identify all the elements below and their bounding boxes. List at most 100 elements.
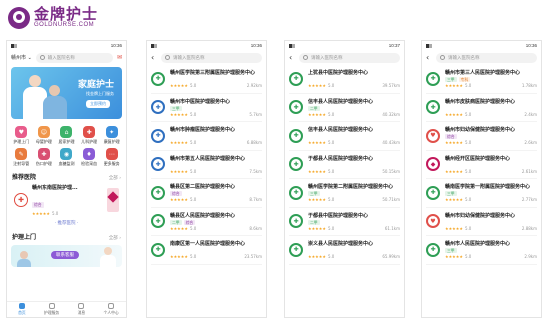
service-label: 康复护理: [103, 139, 120, 144]
hospital-info: 赣县区第二医院护理服务中心 综合 ★★★★★ 5.0 8.7km: [170, 183, 262, 202]
service-item[interactable]: ☺ 母婴护理: [33, 126, 56, 145]
hospital-rating: ★★★★★ 5.0: [308, 140, 334, 145]
hospital-list-item[interactable]: ✚ 信丰县人民医院护理服务中心 ★★★★★ 5.0 40.43km: [289, 122, 400, 151]
back-icon[interactable]: ‹: [426, 53, 432, 62]
care-title: 护理上门: [12, 234, 37, 241]
service-item[interactable]: ⌂ 居家护理: [55, 126, 78, 145]
hospital-list-item[interactable]: ♥ 赣州市妇幼保健院护理服务中心 综合 ★★★★★ 5.0 2.6km: [426, 122, 537, 151]
brand-domain: GOLDNURSE.COM: [34, 22, 95, 28]
hospital-list-item[interactable]: ✚ 赣州医学院第三附属医院护理服务中心 ★★★★★ 5.0 2.92km: [151, 65, 262, 94]
rating-stars: ★★★★★: [170, 225, 188, 231]
rating-stars: ★★★★★: [308, 111, 326, 117]
home-icon: [18, 303, 25, 309]
hospital-name: 信丰县人民医院护理服务中心: [308, 98, 374, 105]
hospital-distance: 7.5km: [249, 168, 262, 174]
hospital-rating: ★★★★★ 5.0: [170, 169, 196, 174]
hospital-rating: ★★★★★ 5.0: [170, 197, 196, 202]
hospital-list-item[interactable]: ◆ 赣州经开区医院护理服务中心 ★★★★★ 5.0 2.61km: [426, 151, 537, 179]
hospital-meta: ★★★★★ 5.0 2.77km: [445, 197, 537, 202]
rating-score: 5.0: [327, 197, 335, 203]
hospital-rating: ★★★★★ 5.0: [308, 169, 334, 174]
search-icon: [39, 55, 45, 60]
nurse-logo-icon: [8, 6, 30, 29]
recommend-more-link[interactable]: 全部 ›: [109, 175, 121, 181]
hospital-list-item[interactable]: ✚ 赣州市第五人民医院护理服务中心 ★★★★★ 5.0 7.5km: [151, 151, 262, 179]
hospital-name: 赣州医学院第三附属医院护理服务中心: [170, 70, 256, 77]
hospital-meta: ★★★★★ 5.0 65.99km: [308, 254, 400, 259]
rating-score: 5.0: [189, 225, 197, 231]
rating-stars: ★★★★★: [445, 111, 463, 117]
recommended-hospital-card[interactable]: ✚ 赣州东南医院护理... 综合 ★★★★★ 5.0: [11, 183, 122, 217]
hospital-list-item[interactable]: ✚ 南康区第一人民医院护理服务中心 ★★★★★ 5.0 23.57km: [151, 236, 262, 265]
rating-score: 5.0: [189, 168, 197, 174]
hospital-tags: [445, 220, 537, 225]
hospital-list-item[interactable]: ✚ 赣州市人民医院护理服务中心 三甲 ★★★★★ 5.0 2.9km: [426, 236, 537, 265]
hospital-info: 赣州经开区医院护理服务中心 ★★★★★ 5.0 2.61km: [445, 155, 537, 174]
hospital-distance: 2.4km: [524, 111, 537, 117]
hospital-tag: 二甲: [170, 219, 182, 225]
hospital-list-item[interactable]: ✚ 信丰县人民医院护理服务中心 二甲 ★★★★★ 5.0 40.32km: [289, 94, 400, 122]
rating-score: 5.0: [464, 254, 472, 260]
care-service-card[interactable]: 联系客服: [11, 245, 122, 267]
tab-messages[interactable]: 消息: [67, 302, 97, 317]
more-hospitals-link[interactable]: · 推荐医院 ·: [7, 217, 126, 229]
hospital-list-item[interactable]: ✚ 赣南医学院第一附属医院护理服务中心 三甲 ★★★★★ 5.0 2.77km: [426, 179, 537, 208]
hospital-list-item[interactable]: ✚ 上犹县中医院护理服务中心 ★★★★★ 5.0 39.57km: [289, 65, 400, 94]
hospital-info: 赣南医学院第一附属医院护理服务中心 三甲 ★★★★★ 5.0 2.77km: [445, 183, 537, 202]
hospital-list-item[interactable]: ✚ 赣县区第二医院护理服务中心 综合 ★★★★★ 5.0 8.7km: [151, 179, 262, 208]
hospital-name: 上犹县中医院护理服务中心: [308, 70, 369, 77]
rating-score: 5.0: [327, 254, 335, 260]
hospital-search-input[interactable]: 请输入医院名称: [299, 52, 400, 63]
rating-score: 5.0: [327, 140, 335, 146]
service-item[interactable]: ✦ 康复护理: [100, 126, 123, 145]
tab-home[interactable]: 首页: [7, 302, 37, 317]
care-more-link[interactable]: 全部 ›: [109, 235, 121, 241]
hospital-search-input[interactable]: 请输入医院名称: [161, 52, 262, 63]
hospital-search-input[interactable]: 请输入医院名称: [436, 52, 537, 63]
city-selector[interactable]: 赣州市 ⌄: [11, 54, 32, 61]
hospital-list-item[interactable]: ✚ 崇义县人民医院护理服务中心 ★★★★★ 5.0 65.99km: [289, 236, 400, 265]
banner-cta-button[interactable]: 立即预约: [86, 100, 110, 108]
hospital-name: 赣州市人民医院护理服务中心: [445, 241, 511, 248]
hospital-list-item[interactable]: ♥ 赣州市妇幼保健院护理服务中心 ★★★★★ 5.0 2.88km: [426, 208, 537, 236]
wound-icon: ✚: [37, 148, 50, 160]
hospital-rating: ★★★★★ 5.0: [445, 169, 471, 174]
hospital-distance: 40.43km: [382, 140, 400, 146]
home-search-input[interactable]: 输入医院名称: [35, 52, 113, 63]
recommend-header: 推荐医院 全部 ›: [7, 169, 126, 183]
message-icon[interactable]: ✉: [117, 54, 122, 61]
hospital-list-item[interactable]: ✚ 赣州市皮肤病医院护理服务中心 ★★★★★ 5.0 2.4km: [426, 94, 537, 122]
rehab-icon: ✦: [105, 126, 118, 138]
service-item[interactable]: ✚ 儿科护理: [78, 126, 101, 145]
home-banner[interactable]: 家庭护士 找金牌上门服务 立即预约: [11, 67, 122, 119]
hospital-info: 赣州市肿瘤医院护理服务中心 ★★★★★ 5.0 6.88km: [170, 126, 262, 145]
back-icon[interactable]: ‹: [151, 53, 157, 62]
service-item[interactable]: ✎ 注射导管: [10, 148, 33, 167]
service-item[interactable]: ⋯ 更多服务: [100, 148, 123, 167]
nurse-illustration: [100, 247, 116, 267]
hospital-list-item[interactable]: ✚ 赣州市中医院护理服务中心 三甲 ★★★★★ 5.0 5.7km: [151, 94, 262, 122]
service-item[interactable]: ♦ 检验采血: [78, 148, 101, 167]
service-item[interactable]: ♥ 护理上门: [10, 126, 33, 145]
hospital-distance: 61.1km: [384, 225, 400, 231]
service-item[interactable]: ◉ 血糖监测: [55, 148, 78, 167]
hospital-info: 上犹县中医院护理服务中心 ★★★★★ 5.0 39.57km: [308, 69, 400, 88]
hospital-info: 信丰县人民医院护理服务中心 二甲 ★★★★★ 5.0 40.32km: [308, 98, 400, 117]
recommend-title: 推荐医院: [12, 174, 37, 181]
hospital-list-item[interactable]: ✚ 赣州市肿瘤医院护理服务中心 ★★★★★ 5.0 6.88km: [151, 122, 262, 151]
hospital-list-item[interactable]: ✚ 赣县区人民医院护理服务中心 二甲 综合 ★★★★★ 5.0 8.6km: [151, 208, 262, 236]
service-item[interactable]: ✚ 伤口护理: [33, 148, 56, 167]
hospital-distance: 5.7km: [249, 111, 262, 117]
contact-service-button[interactable]: 联系客服: [51, 251, 79, 259]
hospital-name: 赣州市妇幼保健院护理服务中心: [445, 127, 516, 134]
tab-services[interactable]: 护理服务: [37, 302, 67, 317]
back-icon[interactable]: ‹: [289, 53, 295, 62]
patient-illustration: [43, 85, 67, 119]
hospital-list-item[interactable]: ✚ 赣州市第三人民医院护理服务中心 三甲 专科 ★★★★★ 5.0 1.78km: [426, 65, 537, 94]
tab-profile[interactable]: 个人中心: [96, 302, 126, 317]
hospital-list-item[interactable]: ✚ 赣州医学院第二附属医院护理服务中心 三甲 ★★★★★ 5.0 50.71km: [289, 179, 400, 208]
hospital-list-item[interactable]: ✚ 于都县中医院护理服务中心 二甲 ★★★★★ 5.0 61.1km: [289, 208, 400, 236]
hospital-logo-icon: ✚: [426, 100, 440, 115]
hospital-tag: 二甲: [308, 219, 320, 225]
hospital-list-item[interactable]: ✚ 于都县人民医院护理服务中心 ★★★★★ 5.0 50.15km: [289, 151, 400, 179]
